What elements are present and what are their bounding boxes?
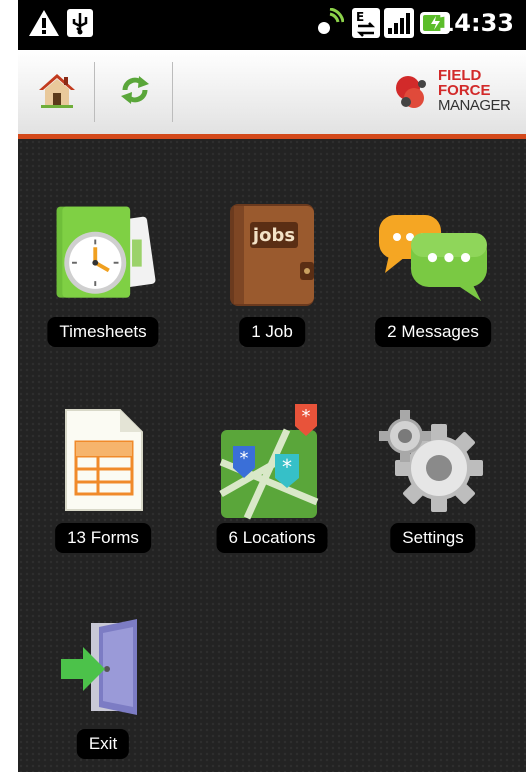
- messages-tile[interactable]: ••• 2 Messages: [358, 195, 508, 355]
- svg-text:E: E: [356, 10, 364, 24]
- settings-label: Settings: [390, 523, 476, 553]
- gps-icon: [314, 7, 345, 42]
- settings-icon: [373, 401, 493, 521]
- home-icon: [37, 71, 77, 113]
- toolbar-separator: [94, 62, 95, 122]
- jobs-label: 1 Job: [239, 317, 305, 347]
- svg-text:*: *: [282, 455, 292, 479]
- data-transfer-icon: E: [352, 8, 380, 42]
- exit-icon: [43, 607, 163, 727]
- jobs-tile[interactable]: jobs 1 Job: [197, 195, 347, 355]
- exit-tile[interactable]: Exit: [28, 607, 178, 767]
- svg-text:*: *: [302, 406, 311, 427]
- main-menu-grid: Timesheets jobs 1 Job ••• 2 Messages 13 …: [18, 139, 526, 772]
- phone-screen: E 14:33 FIELD FORCE MANAGER Timesheets j…: [18, 0, 526, 772]
- timesheets-tile[interactable]: Timesheets: [28, 195, 178, 355]
- timesheets-label: Timesheets: [47, 317, 159, 347]
- usb-icon: [66, 8, 94, 42]
- settings-tile[interactable]: Settings: [358, 401, 508, 561]
- signal-icon: [384, 8, 414, 42]
- home-button[interactable]: [20, 50, 94, 134]
- status-clock: 14:33: [437, 9, 514, 37]
- forms-icon: [43, 401, 163, 521]
- messages-dots: •••: [424, 244, 474, 274]
- app-toolbar: FIELD FORCE MANAGER: [18, 50, 526, 139]
- jobs-icon: jobs: [212, 195, 332, 315]
- forms-tile[interactable]: 13 Forms: [28, 401, 178, 561]
- status-bar: E 14:33: [18, 0, 526, 50]
- jobs-cover-text: jobs: [252, 225, 295, 246]
- exit-label: Exit: [76, 729, 130, 759]
- logo-mark: [396, 76, 426, 108]
- messages-icon: •••: [373, 195, 493, 315]
- messages-label: 2 Messages: [375, 317, 491, 347]
- svg-text:*: *: [240, 448, 249, 469]
- sync-button[interactable]: [98, 50, 172, 134]
- sync-icon: [117, 72, 153, 112]
- locations-label: 6 Locations: [216, 523, 328, 553]
- toolbar-separator: [172, 62, 173, 122]
- timesheets-icon: [43, 195, 163, 315]
- logo-text: FIELD FORCE MANAGER: [438, 67, 511, 114]
- locations-icon: * * *: [212, 401, 332, 521]
- forms-label: 13 Forms: [55, 523, 151, 553]
- warning-icon: [28, 8, 60, 42]
- locations-tile[interactable]: * * * 6 Locations: [197, 401, 347, 561]
- field-force-manager-logo: FIELD FORCE MANAGER: [392, 66, 520, 118]
